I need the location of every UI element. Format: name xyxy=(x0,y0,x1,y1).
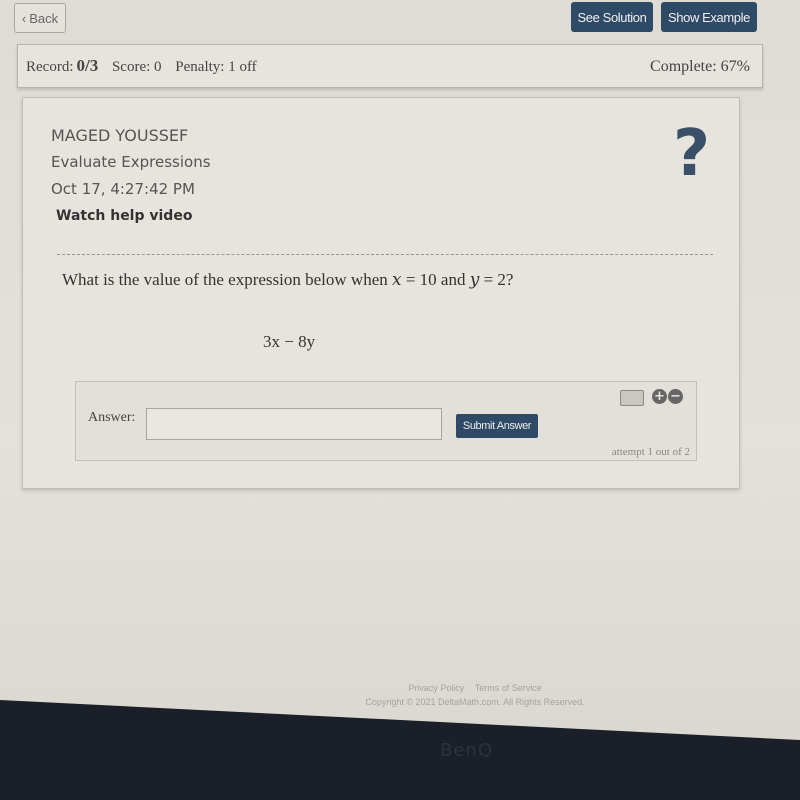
variable-y: y xyxy=(469,270,480,290)
back-label: Back xyxy=(29,10,59,26)
chevron-left-icon: ‹ xyxy=(21,10,27,26)
x-value: = 10 and xyxy=(401,270,470,289)
score: Score: 0 xyxy=(111,59,162,75)
y-value: = 2? xyxy=(479,270,514,289)
question-prefix: What is the value of the expression belo… xyxy=(62,270,392,289)
question-text: What is the value of the expression belo… xyxy=(62,270,513,290)
expression: 3x − 8y xyxy=(263,332,316,351)
answer-label: Answer: xyxy=(88,410,136,425)
privacy-policy-link[interactable]: Privacy Policy xyxy=(408,683,464,693)
show-example-button[interactable]: Show Example xyxy=(661,2,757,32)
record: Record: 0/3 xyxy=(26,56,99,75)
question-mark-icon[interactable]: ? xyxy=(673,122,710,186)
complete-percent: Complete: 67% xyxy=(650,58,750,75)
footer-links: Privacy Policy Terms of Service xyxy=(75,683,800,693)
timestamp: Oct 17, 4:27:42 PM xyxy=(51,180,195,198)
divider xyxy=(57,254,713,255)
attempt-counter: attempt 1 out of 2 xyxy=(611,446,690,458)
minus-circle-icon[interactable]: − xyxy=(668,389,683,404)
variable-x: x xyxy=(392,270,402,290)
terms-of-service-link[interactable]: Terms of Service xyxy=(475,683,542,693)
copyright: Copyright © 2021 DeltaMath.com. All Righ… xyxy=(365,697,585,707)
monitor-brand-logo: BenQ xyxy=(440,740,493,761)
penalty: Penalty: 1 off xyxy=(175,59,257,75)
record-bar: Record: 0/3 Score: 0 Penalty: 1 off Compl… xyxy=(17,44,763,88)
answer-input[interactable] xyxy=(146,408,442,440)
plus-circle-icon[interactable]: + xyxy=(652,389,667,404)
browser-screen: ‹ Back See Solution Show Example Record:… xyxy=(0,0,800,740)
record-label: Record: xyxy=(26,59,74,75)
see-solution-button[interactable]: See Solution xyxy=(571,2,653,32)
back-button[interactable]: ‹ Back xyxy=(14,3,66,33)
problem-card: MAGED YOUSSEF Evaluate Expressions Oct 1… xyxy=(22,97,740,489)
topic: Evaluate Expressions xyxy=(51,153,211,171)
keyboard-icon[interactable] xyxy=(620,390,644,406)
submit-answer-button[interactable]: Submit Answer xyxy=(456,414,538,438)
student-name: MAGED YOUSSEF xyxy=(51,126,189,145)
watch-help-video-link[interactable]: Watch help video xyxy=(56,208,192,224)
answer-area: + − Answer: Submit Answer attempt 1 out … xyxy=(75,381,697,461)
record-value: 0/3 xyxy=(76,56,99,75)
